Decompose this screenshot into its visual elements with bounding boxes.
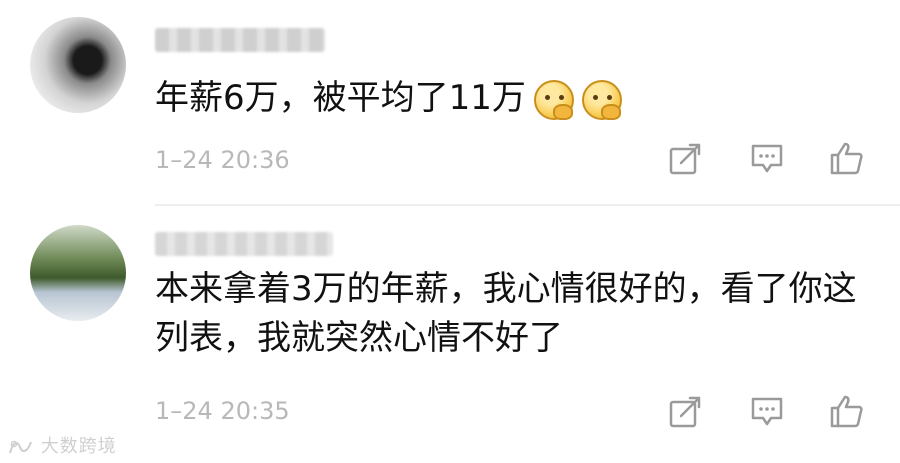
share-icon[interactable] xyxy=(668,393,704,429)
comment-actions xyxy=(0,0,900,205)
comment-actions xyxy=(0,207,900,463)
like-icon[interactable] xyxy=(829,393,865,429)
watermark-logo-icon xyxy=(9,440,32,454)
watermark-text: 大数跨境 xyxy=(40,436,117,457)
reply-icon[interactable] xyxy=(749,140,785,176)
like-icon[interactable] xyxy=(829,140,865,176)
reply-icon[interactable] xyxy=(749,393,785,429)
comment-item: 年薪6万，被平均了11万 1–24 20:36 xyxy=(0,0,900,205)
share-icon[interactable] xyxy=(668,140,704,176)
comment-item: 本来拿着3万的年薪，我心情很好的，看了你这列表，我就突然心情不好了 1–24 2… xyxy=(0,207,900,463)
watermark: 大数跨境 xyxy=(8,432,117,458)
comment-divider xyxy=(155,204,900,206)
